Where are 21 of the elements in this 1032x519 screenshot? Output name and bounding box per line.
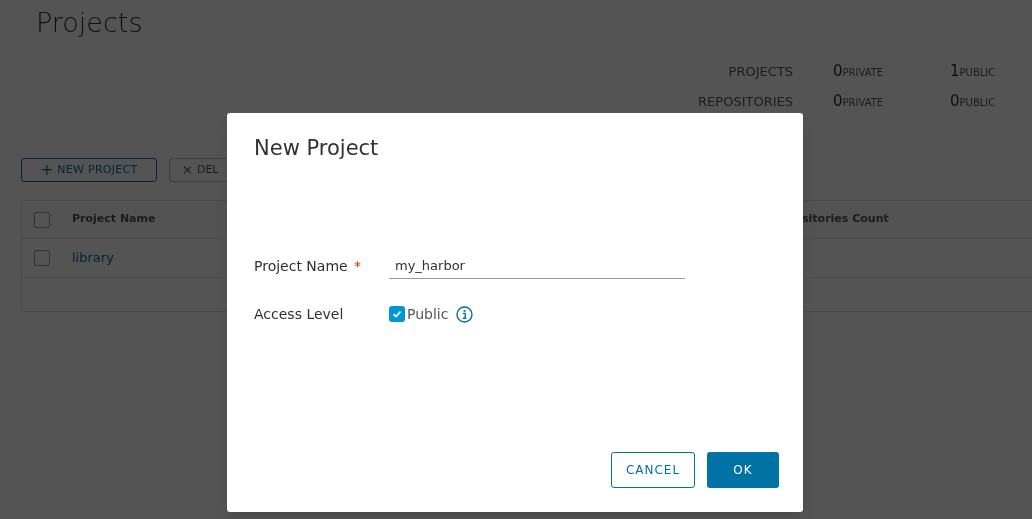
stat-value: 0PUBLIC	[950, 91, 996, 112]
checkbox[interactable]	[34, 250, 50, 266]
checkbox-label: Public	[407, 304, 449, 324]
field-label: Project Name *	[254, 256, 363, 276]
stat-label: PROJECTS	[727, 63, 793, 81]
page-title: Projects	[36, 6, 144, 40]
dialog-title: New Project	[254, 135, 380, 162]
stat-value: 0PRIVATE	[833, 61, 885, 82]
stat-value: 0PRIVATE	[833, 91, 885, 112]
info-icon[interactable]	[456, 305, 474, 323]
field-label: Access Level	[254, 304, 345, 324]
checkbox[interactable]	[34, 211, 50, 228]
close-icon: ×	[182, 160, 193, 180]
ok-button[interactable]: OK	[707, 452, 779, 488]
checkbox[interactable]	[389, 306, 405, 322]
plus-icon: +	[40, 158, 54, 182]
stat-value: 1PUBLIC	[950, 61, 996, 82]
check-icon	[392, 309, 402, 319]
cancel-button[interactable]: CANCEL	[611, 452, 695, 488]
stat-label: REPOSITORIES	[697, 93, 793, 111]
project-name-field[interactable]: my_harbor	[389, 253, 685, 279]
